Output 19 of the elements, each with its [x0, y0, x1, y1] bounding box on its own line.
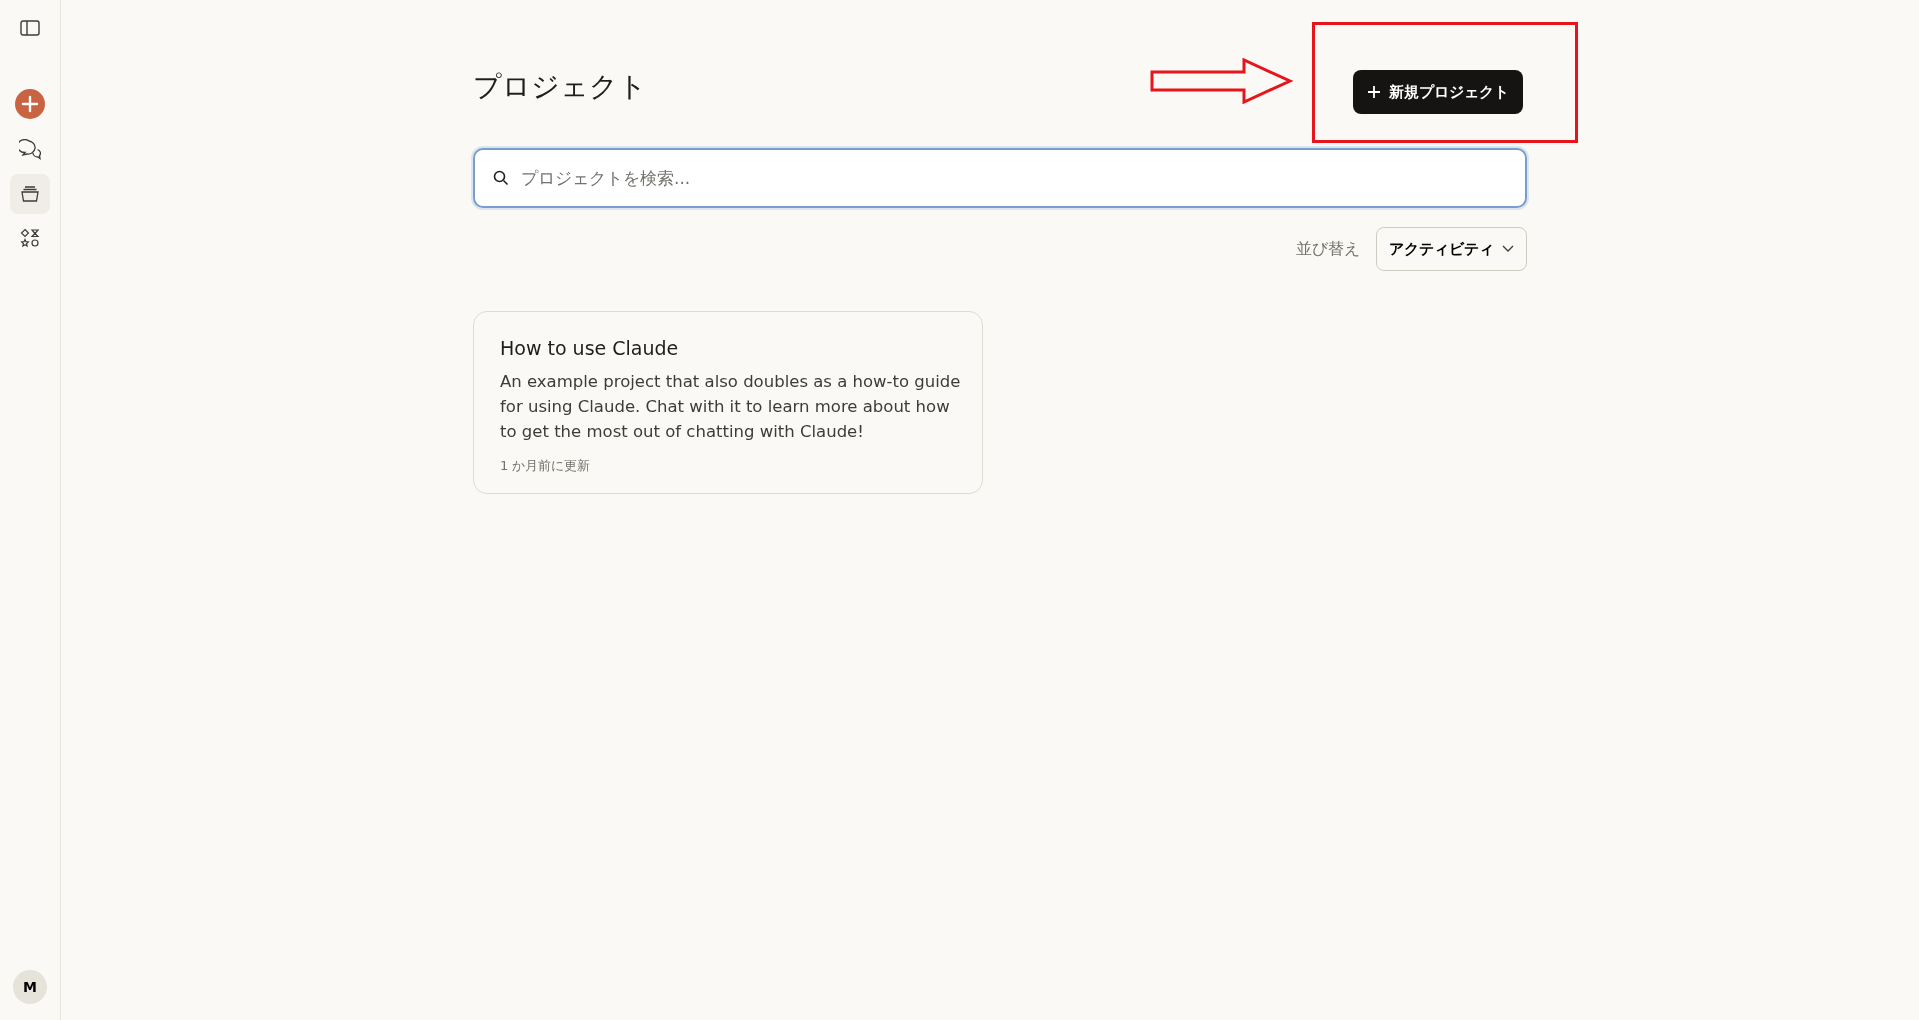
plus-icon — [14, 88, 46, 120]
page-title: プロジェクト — [473, 70, 647, 104]
sidebar-nav-button[interactable] — [10, 174, 50, 214]
project-title: How to use Claude — [500, 336, 680, 361]
chat-bubbles-icon — [19, 139, 41, 161]
user-avatar[interactable]: M — [13, 970, 47, 1004]
chevron-down-icon — [1502, 245, 1514, 253]
search-field[interactable]: プロジェクトを検索... — [473, 148, 1527, 208]
sidebar-toggle-icon — [20, 20, 40, 36]
folder-stack-icon — [20, 184, 40, 204]
shapes-icon — [20, 228, 40, 248]
plus-icon — [1367, 85, 1381, 99]
new-project-button[interactable]: 新規プロジェクト — [1353, 70, 1523, 114]
sort-dropdown[interactable]: アクティビティ — [1376, 227, 1527, 271]
search-icon — [493, 170, 509, 186]
updated-time: 1 か月前に更新 — [500, 456, 592, 475]
sort-label: 並び替え — [1296, 238, 1360, 260]
project-description: An example project that also doubles as a how-to guide for using Claude. Chat with it to learn more about how to get the most out of chatting with Claude! — [500, 370, 962, 443]
project-card[interactable]: How to use Claude An example project that also doubles as a how-to guide for using Claude. Chat with it to learn more about how to get the most out of chatting with Claude! 1 か月前に更新 — [473, 311, 983, 494]
